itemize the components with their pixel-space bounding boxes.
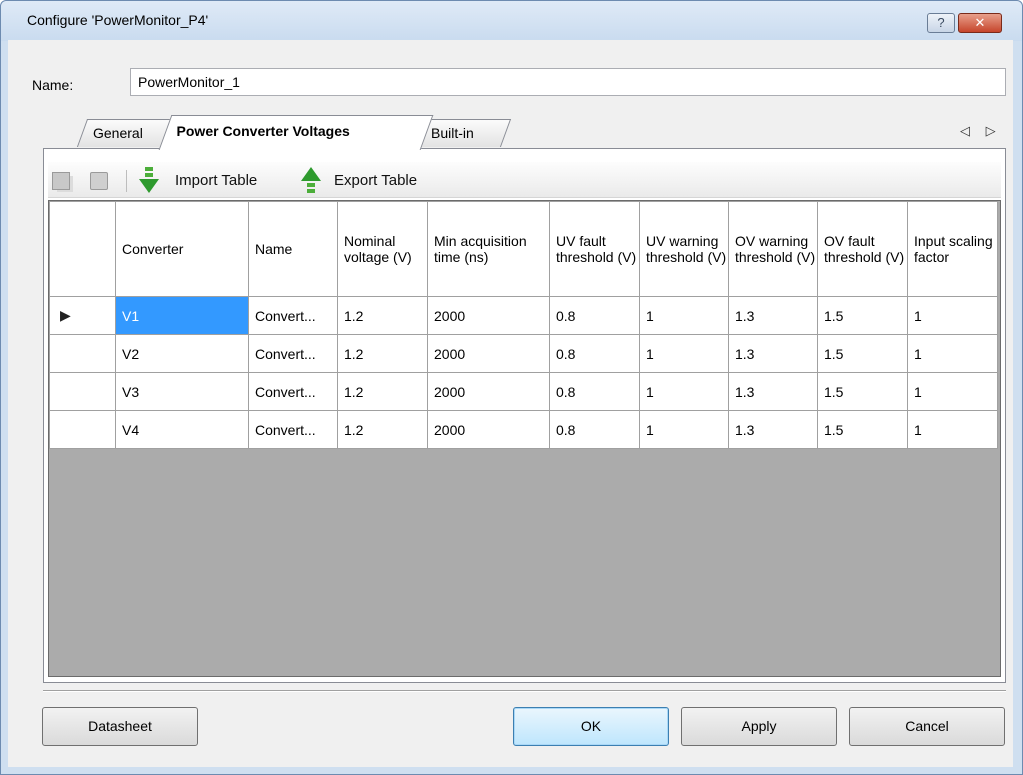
cell-min-acquisition-time[interactable]: 2000 xyxy=(427,410,550,449)
cell-ov-warning-threshold[interactable]: 1.3 xyxy=(728,410,818,449)
cell-uv-warning-threshold[interactable]: 1 xyxy=(639,296,729,335)
cell-uv-warning-threshold[interactable]: 1 xyxy=(639,410,729,449)
help-button[interactable]: ? xyxy=(927,13,955,33)
datasheet-button[interactable]: Datasheet xyxy=(42,707,198,746)
paste-icon[interactable] xyxy=(90,172,108,190)
tab-built-in-label: Built-in xyxy=(431,125,474,141)
cell-name[interactable]: Convert... xyxy=(248,296,338,335)
window-title: Configure 'PowerMonitor_P4' xyxy=(27,12,209,28)
cell-uv-warning-threshold[interactable]: 1 xyxy=(639,372,729,411)
cell-converter[interactable]: V4 xyxy=(115,410,249,449)
close-icon: ✕ xyxy=(974,15,986,30)
cell-ov-warning-threshold[interactable]: 1.3 xyxy=(728,296,818,335)
cell-ov-warning-threshold[interactable]: 1.3 xyxy=(728,334,818,373)
apply-button[interactable]: Apply xyxy=(681,707,837,746)
column-header-name[interactable]: Name xyxy=(248,201,338,297)
cell-uv-fault-threshold[interactable]: 0.8 xyxy=(549,296,640,335)
table-row[interactable]: ▶ V1 Convert... 1.2 2000 0.8 1 1.3 1.5 1 xyxy=(49,296,998,335)
title-bar[interactable]: Configure 'PowerMonitor_P4' ? ✕ xyxy=(1,1,1022,41)
cell-min-acquisition-time[interactable]: 2000 xyxy=(427,372,550,411)
copy-icon[interactable] xyxy=(52,172,70,190)
row-header[interactable] xyxy=(49,372,116,411)
tab-general-label: General xyxy=(93,125,143,141)
toolbar-separator xyxy=(126,170,127,192)
cell-min-acquisition-time[interactable]: 2000 xyxy=(427,296,550,335)
column-header-uv-warning-threshold[interactable]: UV warning threshold (V) xyxy=(639,201,729,297)
voltages-table: Converter Name Nominal voltage (V) Min a… xyxy=(49,201,998,449)
cell-nominal-voltage[interactable]: 1.2 xyxy=(337,296,428,335)
import-table-button[interactable]: Import Table xyxy=(175,172,257,189)
button-divider xyxy=(43,690,1006,692)
column-header-nominal-voltage[interactable]: Nominal voltage (V) xyxy=(337,201,428,297)
cell-ov-fault-threshold[interactable]: 1.5 xyxy=(817,296,908,335)
table-row[interactable]: V2 Convert... 1.2 2000 0.8 1 1.3 1.5 1 xyxy=(49,334,998,373)
row-header[interactable] xyxy=(49,410,116,449)
table-row[interactable]: V3 Convert... 1.2 2000 0.8 1 1.3 1.5 1 xyxy=(49,372,998,411)
cell-ov-fault-threshold[interactable]: 1.5 xyxy=(817,410,908,449)
column-header-ov-warning-threshold[interactable]: OV warning threshold (V) xyxy=(728,201,818,297)
tab-strip: General Built-in Power Converter Voltage… xyxy=(60,115,960,150)
cell-converter[interactable]: V1 xyxy=(115,296,249,335)
column-header-converter[interactable]: Converter xyxy=(115,201,249,297)
cell-ov-fault-threshold[interactable]: 1.5 xyxy=(817,372,908,411)
cell-ov-fault-threshold[interactable]: 1.5 xyxy=(817,334,908,373)
column-header-ov-fault-threshold[interactable]: OV fault threshold (V) xyxy=(817,201,908,297)
cell-uv-fault-threshold[interactable]: 0.8 xyxy=(549,334,640,373)
column-header-uv-fault-threshold[interactable]: UV fault threshold (V) xyxy=(549,201,640,297)
cell-nominal-voltage[interactable]: 1.2 xyxy=(337,372,428,411)
cell-name[interactable]: Convert... xyxy=(248,372,338,411)
cell-name[interactable]: Convert... xyxy=(248,410,338,449)
cell-input-scaling-factor[interactable]: 1 xyxy=(907,296,998,335)
cell-converter[interactable]: V3 xyxy=(115,372,249,411)
cell-uv-fault-threshold[interactable]: 0.8 xyxy=(549,372,640,411)
cell-uv-fault-threshold[interactable]: 0.8 xyxy=(549,410,640,449)
cell-input-scaling-factor[interactable]: 1 xyxy=(907,410,998,449)
column-header-input-scaling-factor[interactable]: Input scaling factor xyxy=(907,201,998,297)
row-header[interactable] xyxy=(49,334,116,373)
tab-general[interactable]: General xyxy=(76,119,174,147)
current-row-indicator[interactable]: ▶ xyxy=(49,296,116,335)
voltages-grid: Converter Name Nominal voltage (V) Min a… xyxy=(48,200,1001,677)
table-toolbar: Import Table Export Table xyxy=(48,162,1001,198)
tab-power-converter-voltages[interactable]: Power Converter Voltages xyxy=(158,115,434,150)
help-icon: ? xyxy=(937,15,945,30)
cancel-button[interactable]: Cancel xyxy=(849,707,1005,746)
close-button[interactable]: ✕ xyxy=(958,13,1002,33)
cell-nominal-voltage[interactable]: 1.2 xyxy=(337,410,428,449)
name-input[interactable] xyxy=(130,68,1006,96)
tab-scroll-arrows[interactable]: ◁ ▷ xyxy=(960,123,1002,139)
tab-power-converter-voltages-label: Power Converter Voltages xyxy=(176,123,350,139)
cell-ov-warning-threshold[interactable]: 1.3 xyxy=(728,372,818,411)
cell-min-acquisition-time[interactable]: 2000 xyxy=(427,334,550,373)
name-label: Name: xyxy=(32,77,74,93)
table-row[interactable]: V4 Convert... 1.2 2000 0.8 1 1.3 1.5 1 xyxy=(49,410,998,449)
arrow-down-icon[interactable] xyxy=(138,166,160,194)
cell-input-scaling-factor[interactable]: 1 xyxy=(907,334,998,373)
row-header-corner[interactable] xyxy=(49,201,116,297)
table-header-row: Converter Name Nominal voltage (V) Min a… xyxy=(49,201,998,297)
cell-input-scaling-factor[interactable]: 1 xyxy=(907,372,998,411)
cell-nominal-voltage[interactable]: 1.2 xyxy=(337,334,428,373)
ok-button[interactable]: OK xyxy=(513,707,669,746)
column-header-min-acquisition-time[interactable]: Min acquisition time (ns) xyxy=(427,201,550,297)
cell-converter[interactable]: V2 xyxy=(115,334,249,373)
arrow-up-icon[interactable] xyxy=(300,166,322,194)
cell-name[interactable]: Convert... xyxy=(248,334,338,373)
cell-uv-warning-threshold[interactable]: 1 xyxy=(639,334,729,373)
export-table-button[interactable]: Export Table xyxy=(334,172,417,189)
